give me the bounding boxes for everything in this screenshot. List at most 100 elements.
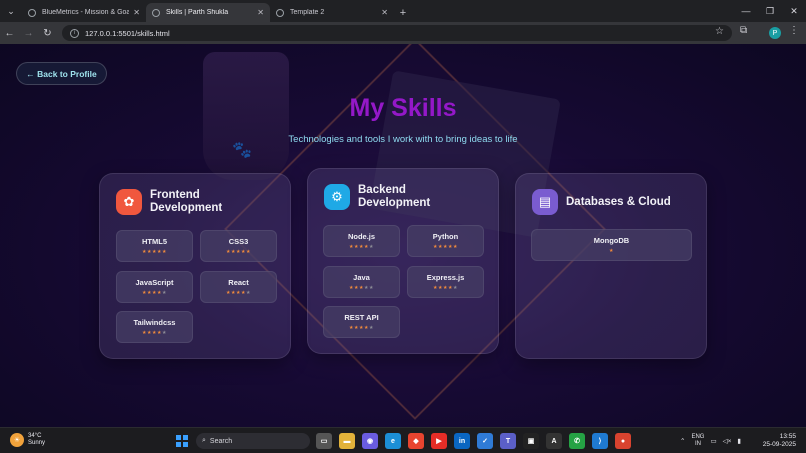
star-icon: ★	[452, 244, 458, 250]
skill-name: HTML5	[142, 237, 167, 246]
tab-template-2[interactable]: Template 2 ✕	[270, 3, 394, 22]
back-arrow-icon[interactable]: ←	[0, 22, 19, 44]
language-indicator[interactable]: ENG IN	[691, 434, 704, 448]
file-explorer-icon[interactable]: ▬	[339, 433, 355, 449]
tab-search-icon[interactable]: ⌄	[0, 0, 22, 22]
globe-icon	[28, 8, 36, 17]
skill-rating: ★★★★★	[324, 285, 399, 291]
display-icon[interactable]: ▭	[710, 437, 716, 445]
whatsapp-icon[interactable]: ✆	[569, 433, 585, 449]
address-bar: ← → ↻ i 127.0.0.1:5501/skills.html ☆ ⧉ P…	[0, 22, 806, 44]
taskbar-search[interactable]: ⌕ Search	[196, 433, 310, 449]
skill-card[interactable]: MongoDB ★	[531, 229, 692, 261]
skill-rating: ★★★★★	[408, 285, 483, 291]
skill-name: Java	[353, 273, 370, 282]
skill-rating: ★★★★★	[117, 249, 192, 255]
clock-date: 25-09-2025	[762, 441, 796, 448]
volume-muted-icon[interactable]: ◁×	[723, 437, 732, 445]
backend-card: ⚙ Backend Development Node.js ★★★★★ Pyth…	[307, 168, 499, 354]
profile-avatar[interactable]: P	[769, 27, 781, 39]
skill-name: JavaScript	[135, 278, 174, 287]
bookmark-star-icon[interactable]: ☆	[715, 26, 724, 37]
card-title: Frontend Development	[150, 189, 223, 214]
skill-card[interactable]: Express.js ★★★★★	[407, 266, 484, 298]
system-tray: ⌃ ENG IN ▭ ◁× ▮	[680, 434, 741, 448]
linkedin-icon[interactable]: in	[454, 433, 470, 449]
battery-icon[interactable]: ▮	[737, 437, 741, 445]
minimize-icon[interactable]: —	[734, 0, 758, 22]
tab-skills[interactable]: Skills | Parth Shukla ✕	[146, 3, 270, 22]
chevron-up-icon[interactable]: ⌃	[680, 437, 685, 445]
tab-label: BlueMetrics - Mission & Goals	[42, 9, 130, 16]
skill-card[interactable]: JavaScript ★★★★★	[116, 271, 193, 303]
skill-card[interactable]: Node.js ★★★★★	[323, 225, 400, 257]
sun-icon: ☀	[10, 433, 24, 447]
skill-card[interactable]: HTML5 ★★★★★	[116, 230, 193, 262]
skill-name: Node.js	[347, 232, 376, 241]
skill-rating: ★★★★★	[201, 290, 276, 296]
star-icon: ★	[368, 285, 374, 291]
tab-label: Skills | Parth Shukla	[166, 9, 229, 16]
task-view-icon[interactable]: ▭	[316, 433, 332, 449]
skill-card[interactable]: Tailwindcss ★★★★★	[116, 311, 193, 343]
weather-widget[interactable]: ☀ 34°C Sunny	[10, 433, 45, 447]
skill-card[interactable]: CSS3 ★★★★★	[200, 230, 277, 262]
skill-card[interactable]: Python ★★★★★	[407, 225, 484, 257]
skill-rating: ★	[532, 248, 691, 254]
close-icon[interactable]: ✕	[133, 8, 140, 17]
star-icon: ★	[245, 249, 251, 255]
tab-bluemetrics[interactable]: BlueMetrics - Mission & Goals ✕	[22, 3, 146, 22]
todo-icon[interactable]: ✓	[477, 433, 493, 449]
weather-desc: Sunny	[28, 440, 46, 446]
jetbrains-icon[interactable]: ▣	[523, 433, 539, 449]
tab-label: Template 2	[290, 9, 325, 16]
forward-arrow-icon[interactable]: →	[19, 22, 38, 44]
git-icon[interactable]: ◆	[408, 433, 424, 449]
pinned-apps: ▭ ▬ ◉ e ◆ ▶ in ✓ T ▣ A ✆ ⟩ ●	[316, 433, 631, 449]
star-icon: ★	[161, 290, 167, 296]
restore-icon[interactable]: ❐	[758, 0, 782, 22]
clock[interactable]: 13:55 25-09-2025	[760, 433, 796, 449]
page-title: My Skills	[349, 94, 457, 122]
lang-region: IN	[694, 441, 701, 447]
skill-rating: ★★★★★	[324, 244, 399, 250]
skill-card[interactable]: React ★★★★★	[200, 271, 277, 303]
close-window-icon[interactable]: ✕	[782, 0, 806, 22]
back-to-profile-button[interactable]: ← Back to Profile	[16, 62, 107, 85]
edge-icon[interactable]: e	[385, 433, 401, 449]
skill-name: REST API	[344, 313, 379, 322]
close-icon[interactable]: ✕	[381, 8, 388, 17]
database-icon: ▤	[532, 189, 558, 215]
chrome-icon[interactable]: ●	[615, 433, 631, 449]
search-icon: ⌕	[202, 437, 206, 444]
copilot-icon[interactable]: ◉	[362, 433, 378, 449]
star-icon: ★	[368, 325, 374, 331]
skill-card[interactable]: Java ★★★★★	[323, 266, 400, 298]
frontend-card: ✿ Frontend Development HTML5 ★★★★★ CSS3 …	[99, 173, 291, 359]
windows-taskbar: ☀ 34°C Sunny ⌕ Search ▭ ▬ ◉ e ◆ ▶ in ✓ T…	[0, 427, 806, 453]
vscode-icon[interactable]: ⟩	[592, 433, 608, 449]
skill-rating: ★★★★★	[201, 249, 276, 255]
extensions-icon[interactable]: ⧉	[740, 25, 747, 36]
site-info-icon[interactable]: i	[70, 28, 79, 38]
ai-app-icon[interactable]: A	[546, 433, 562, 449]
star-icon: ★	[452, 285, 458, 291]
card-title: Backend Development	[358, 184, 431, 209]
close-icon[interactable]: ✕	[257, 8, 264, 17]
youtube-icon[interactable]: ▶	[431, 433, 447, 449]
skill-name: CSS3	[228, 237, 249, 246]
teams-icon[interactable]: T	[500, 433, 516, 449]
new-tab-button[interactable]: +	[394, 3, 412, 22]
skill-name: React	[228, 278, 249, 287]
url-text: 127.0.0.1:5501/skills.html	[85, 28, 170, 38]
search-label: Search	[209, 437, 233, 445]
star-icon: ★	[368, 244, 374, 250]
reload-icon[interactable]: ↻	[38, 22, 57, 44]
page-subtitle: Technologies and tools I work with to br…	[288, 134, 518, 145]
start-button[interactable]	[176, 435, 188, 447]
menu-kebab-icon[interactable]: ⋮	[789, 25, 799, 36]
skill-card[interactable]: REST API ★★★★★	[323, 306, 400, 338]
url-input[interactable]: i 127.0.0.1:5501/skills.html ☆	[62, 25, 732, 41]
skill-rating: ★★★★★	[408, 244, 483, 250]
skill-name: Tailwindcss	[133, 318, 176, 327]
